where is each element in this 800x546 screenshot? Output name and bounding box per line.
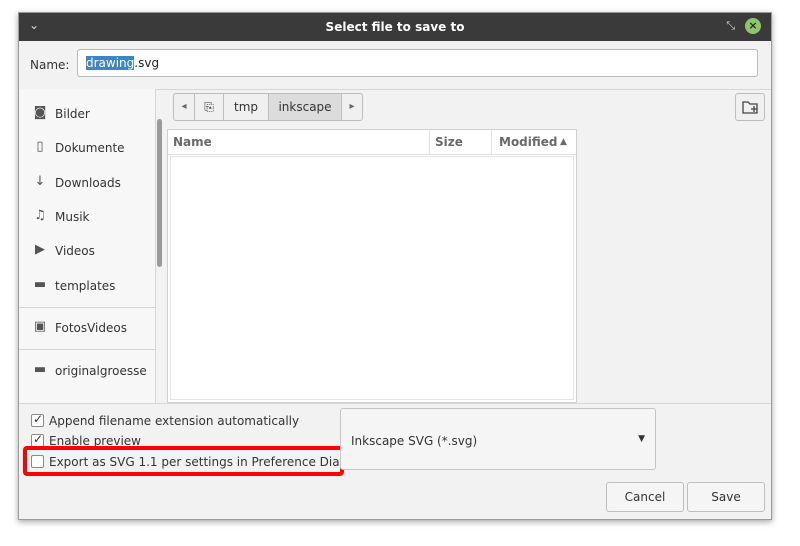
name-bar: Name: drawing.svg [19, 41, 771, 90]
dropdown-arrow-icon: ▼ [638, 434, 645, 444]
new-folder-button[interactable] [735, 93, 765, 121]
video-icon: ▶ [35, 242, 45, 257]
preview-area [577, 129, 771, 403]
column-modified[interactable]: Modified [499, 135, 558, 149]
sidebar-scrollbar[interactable] [157, 119, 162, 267]
append-extension-checkbox[interactable]: ✓ [31, 412, 44, 427]
file-type-select[interactable]: Inkscape SVG (*.svg) ▼ [340, 408, 656, 470]
sidebar-separator [19, 349, 155, 350]
new-folder-icon [742, 101, 758, 114]
filename-text: drawing.svg [86, 56, 159, 70]
path-root-button[interactable]: ⎘ [194, 93, 224, 121]
sidebar-separator [19, 307, 155, 308]
export-svg11-label: Export as SVG 1.1 per settings in Prefer… [49, 455, 362, 469]
sidebar-item-fotosvideos[interactable]: ▣ FotosVideos [19, 313, 155, 343]
folder-icon: ▬ [33, 362, 47, 377]
path-segment-tmp[interactable]: tmp [223, 93, 269, 121]
path-back-button[interactable]: ◂ [173, 93, 195, 121]
filename-extension: .svg [134, 56, 160, 70]
sidebar-item-downloads[interactable]: ↓ Downloads [19, 168, 155, 198]
folder-icon: ▬ [33, 277, 47, 292]
sort-ascending-icon: ▲ [560, 137, 567, 147]
check-icon: ✓ [33, 432, 44, 446]
sidebar-item-label: Musik [55, 210, 90, 224]
sidebar-item-label: FotosVideos [55, 321, 127, 335]
check-icon: ✓ [33, 412, 44, 426]
places-sidebar: ◙ Bilder ▯ Dokumente ↓ Downloads ♫ Musik… [19, 89, 156, 403]
filename-selected: drawing [86, 56, 135, 70]
download-icon: ↓ [34, 174, 46, 189]
sidebar-item-musik[interactable]: ♫ Musik [19, 202, 155, 232]
column-size[interactable]: Size [435, 135, 463, 149]
sidebar-item-label: Bilder [55, 107, 90, 121]
append-extension-label: Append filename extension automatically [49, 414, 300, 428]
restore-icon[interactable]: ⤡ [726, 19, 735, 33]
file-list: Name Size Modified ▲ [167, 129, 577, 403]
column-separator [429, 130, 430, 154]
sidebar-item-label: Dokumente [55, 141, 125, 155]
sidebar-item-dokumente[interactable]: ▯ Dokumente [19, 133, 155, 163]
sidebar-item-originalgroesse[interactable]: ▬ originalgroesse [19, 356, 155, 386]
column-header-row: Name Size Modified ▲ [168, 130, 576, 155]
sidebar-item-label: Downloads [55, 176, 121, 190]
titlebar: ⌄ Select file to save to ⤡ × [19, 13, 771, 41]
name-label: Name: [30, 58, 70, 72]
save-file-dialog: ⌄ Select file to save to ⤡ × Name: drawi… [18, 12, 772, 520]
sidebar-item-label: originalgroesse [55, 364, 147, 378]
sidebar-item-videos[interactable]: ▶ Videos [19, 236, 155, 266]
music-icon: ♫ [34, 208, 46, 223]
export-svg11-checkbox[interactable] [31, 455, 44, 468]
filename-input[interactable]: drawing.svg [77, 49, 758, 77]
options-area: ✓ Append filename extension automaticall… [19, 403, 771, 519]
close-icon[interactable]: × [745, 18, 761, 34]
document-icon: ▯ [36, 139, 44, 154]
column-name[interactable]: Name [173, 135, 212, 149]
file-list-area[interactable] [170, 156, 574, 400]
sidebar-item-label: Videos [55, 244, 95, 258]
sidebar-item-bilder[interactable]: ◙ Bilder [19, 99, 155, 129]
sidebar-item-label: templates [55, 279, 116, 293]
path-forward-button[interactable]: ▸ [341, 93, 363, 121]
save-button[interactable]: Save [687, 482, 765, 512]
network-folder-icon: ▣ [33, 319, 47, 334]
cancel-button[interactable]: Cancel [606, 482, 684, 512]
path-segment-inkscape[interactable]: inkscape [268, 93, 342, 121]
drive-icon: ⎘ [204, 100, 214, 114]
dialog-title: Select file to save to [325, 20, 465, 34]
camera-icon: ◙ [33, 105, 47, 120]
file-type-value: Inkscape SVG (*.svg) [351, 434, 478, 448]
column-separator [491, 130, 492, 154]
sidebar-item-templates[interactable]: ▬ templates [19, 271, 155, 301]
